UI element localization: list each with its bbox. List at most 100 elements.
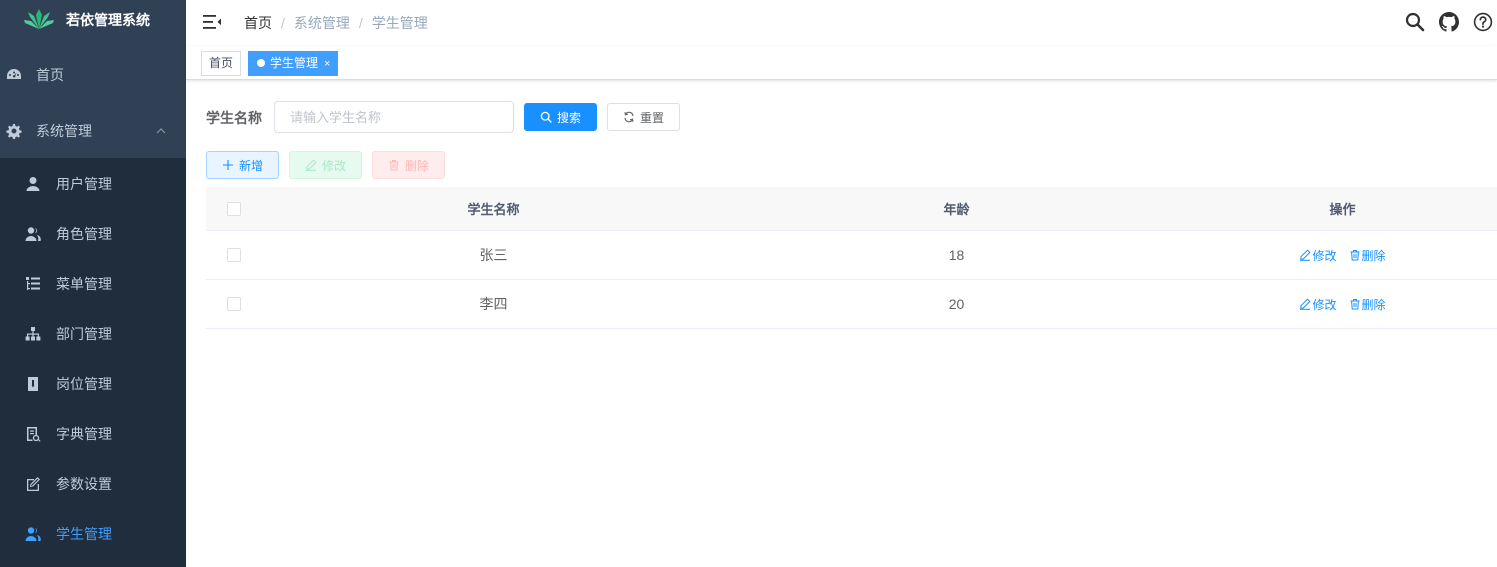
cell-student-age: 20 <box>948 296 965 312</box>
gear-icon <box>6 124 22 139</box>
cell-actions: 修改 删除 <box>1188 231 1497 279</box>
plus-icon <box>222 160 233 170</box>
cell-student-age: 18 <box>948 247 965 263</box>
add-button[interactable]: 新增 <box>206 151 279 179</box>
column-header-name: 学生名称 <box>467 202 520 217</box>
help-icon[interactable] <box>1473 12 1493 32</box>
search-icon[interactable] <box>1405 12 1425 32</box>
sidebar-item-label: 部门管理 <box>56 326 112 342</box>
edit-icon <box>1300 298 1311 310</box>
main-content: 学生名称 搜索 重置 新增 修改 删除 <box>186 80 1497 567</box>
sidebar-item-label: 角色管理 <box>56 226 112 242</box>
table-row: 李四 20 修改 删除 <box>206 280 1497 329</box>
sidebar-item-system[interactable]: 系统管理 <box>0 103 186 159</box>
row-edit-label: 修改 <box>1312 248 1337 263</box>
submenu-system: 用户管理 角色管理 菜单管理 部门管理 岗位管理 字典管理 参数设置 学生管理 <box>0 158 186 567</box>
delete-icon <box>1350 250 1359 261</box>
edit-icon <box>1300 249 1311 261</box>
sidebar: 若依管理系统 首页 系统管理 用户管理 角色管理 菜单管理 部门管理 岗位管理 … <box>0 0 186 567</box>
student-name-label: 学生名称 <box>206 110 262 126</box>
breadcrumb-separator: / <box>281 15 285 31</box>
sidebar-item-menu[interactable]: 菜单管理 <box>0 259 186 309</box>
sidebar-item-label: 菜单管理 <box>56 276 112 292</box>
row-edit-link[interactable]: 修改 <box>1299 247 1337 264</box>
select-all-cell <box>206 187 262 230</box>
sidebar-item-label: 用户管理 <box>56 176 112 192</box>
dashboard-icon <box>7 69 21 79</box>
logo[interactable]: 若依管理系统 <box>0 0 186 40</box>
hamburger-icon[interactable] <box>202 12 222 32</box>
table-header: 学生名称 年龄 操作 <box>206 187 1497 231</box>
app-title: 若依管理系统 <box>66 12 150 28</box>
tag-label: 学生管理 <box>270 56 319 70</box>
close-icon[interactable]: × <box>324 58 330 70</box>
search-icon <box>540 111 552 123</box>
sidebar-item-post[interactable]: 岗位管理 <box>0 359 186 409</box>
delete-button[interactable]: 删除 <box>372 151 445 179</box>
sidebar-item-label: 岗位管理 <box>56 376 112 392</box>
sidebar-item-role[interactable]: 角色管理 <box>0 209 186 259</box>
sidebar-item-label: 参数设置 <box>56 476 112 492</box>
row-delete-label: 删除 <box>1361 297 1386 312</box>
tag-label: 首页 <box>209 56 234 70</box>
student-table: 学生名称 年龄 操作 张三 18 修改 删除 李四 20 修改 删除 <box>206 187 1497 329</box>
reset-button-label: 重置 <box>639 110 664 125</box>
row-select-cell <box>206 280 262 328</box>
sidebar-item-label: 学生管理 <box>56 526 112 542</box>
logo-icon <box>24 9 54 29</box>
edit-button-label: 修改 <box>321 158 346 173</box>
cell-student-name: 张三 <box>479 247 508 263</box>
navbar: 首页 / 系统管理 / 学生管理 <box>186 0 1497 46</box>
delete-button-label: 删除 <box>404 158 429 173</box>
column-header-age: 年龄 <box>943 202 970 217</box>
tag-home[interactable]: 首页 <box>201 51 242 76</box>
column-header-actions: 操作 <box>1329 202 1356 217</box>
breadcrumb-separator: / <box>358 15 363 31</box>
row-checkbox[interactable] <box>227 248 241 262</box>
breadcrumb-item-home[interactable]: 首页 <box>244 13 272 33</box>
post-icon <box>28 377 38 391</box>
add-button-label: 新增 <box>238 158 263 173</box>
select-all-checkbox[interactable] <box>227 201 241 216</box>
row-delete-link[interactable]: 删除 <box>1349 247 1386 264</box>
cell-actions: 修改 删除 <box>1188 280 1497 328</box>
sidebar-item-label: 系统管理 <box>36 123 92 139</box>
breadcrumb: 首页 / 系统管理 / 学生管理 <box>244 13 428 33</box>
peoples-icon <box>25 227 41 241</box>
dict-icon <box>27 427 41 442</box>
table-row: 张三 18 修改 删除 <box>206 231 1497 280</box>
edit-button[interactable]: 修改 <box>289 151 362 179</box>
row-edit-link[interactable]: 修改 <box>1299 296 1337 313</box>
tag-student[interactable]: 学生管理 × <box>248 51 339 76</box>
peoples-icon <box>25 527 41 541</box>
sidebar-item-label: 首页 <box>36 67 64 83</box>
github-icon[interactable] <box>1439 12 1459 32</box>
search-button-label: 搜索 <box>556 110 581 125</box>
tree-icon <box>25 327 41 341</box>
sidebar-item-dict[interactable]: 字典管理 <box>0 409 186 459</box>
row-delete-label: 删除 <box>1361 248 1386 263</box>
sidebar-item-student[interactable]: 学生管理 <box>0 509 186 559</box>
reset-button[interactable]: 重置 <box>607 103 680 131</box>
chevron-up-icon <box>156 128 166 134</box>
breadcrumb-item-student: 学生管理 <box>371 15 428 31</box>
sidebar-item-home[interactable]: 首页 <box>0 47 186 103</box>
active-dot-icon <box>257 59 265 67</box>
row-select-cell <box>206 231 262 279</box>
sidebar-item-config[interactable]: 参数设置 <box>0 459 186 509</box>
student-name-input[interactable] <box>274 101 514 133</box>
sidebar-item-user[interactable]: 用户管理 <box>0 159 186 209</box>
tree-table-icon <box>26 277 40 290</box>
edit-icon <box>305 159 317 171</box>
row-checkbox[interactable] <box>227 297 241 311</box>
row-delete-link[interactable]: 删除 <box>1349 296 1386 313</box>
refresh-icon <box>624 111 634 123</box>
user-icon <box>26 177 40 191</box>
delete-icon <box>389 160 399 171</box>
sidebar-item-label: 字典管理 <box>56 426 112 442</box>
breadcrumb-item-system: 系统管理 <box>293 15 350 31</box>
row-edit-label: 修改 <box>1312 297 1337 312</box>
tags-view: 首页 学生管理 × <box>186 46 1497 80</box>
search-button[interactable]: 搜索 <box>524 103 597 131</box>
sidebar-item-dept[interactable]: 部门管理 <box>0 309 186 359</box>
